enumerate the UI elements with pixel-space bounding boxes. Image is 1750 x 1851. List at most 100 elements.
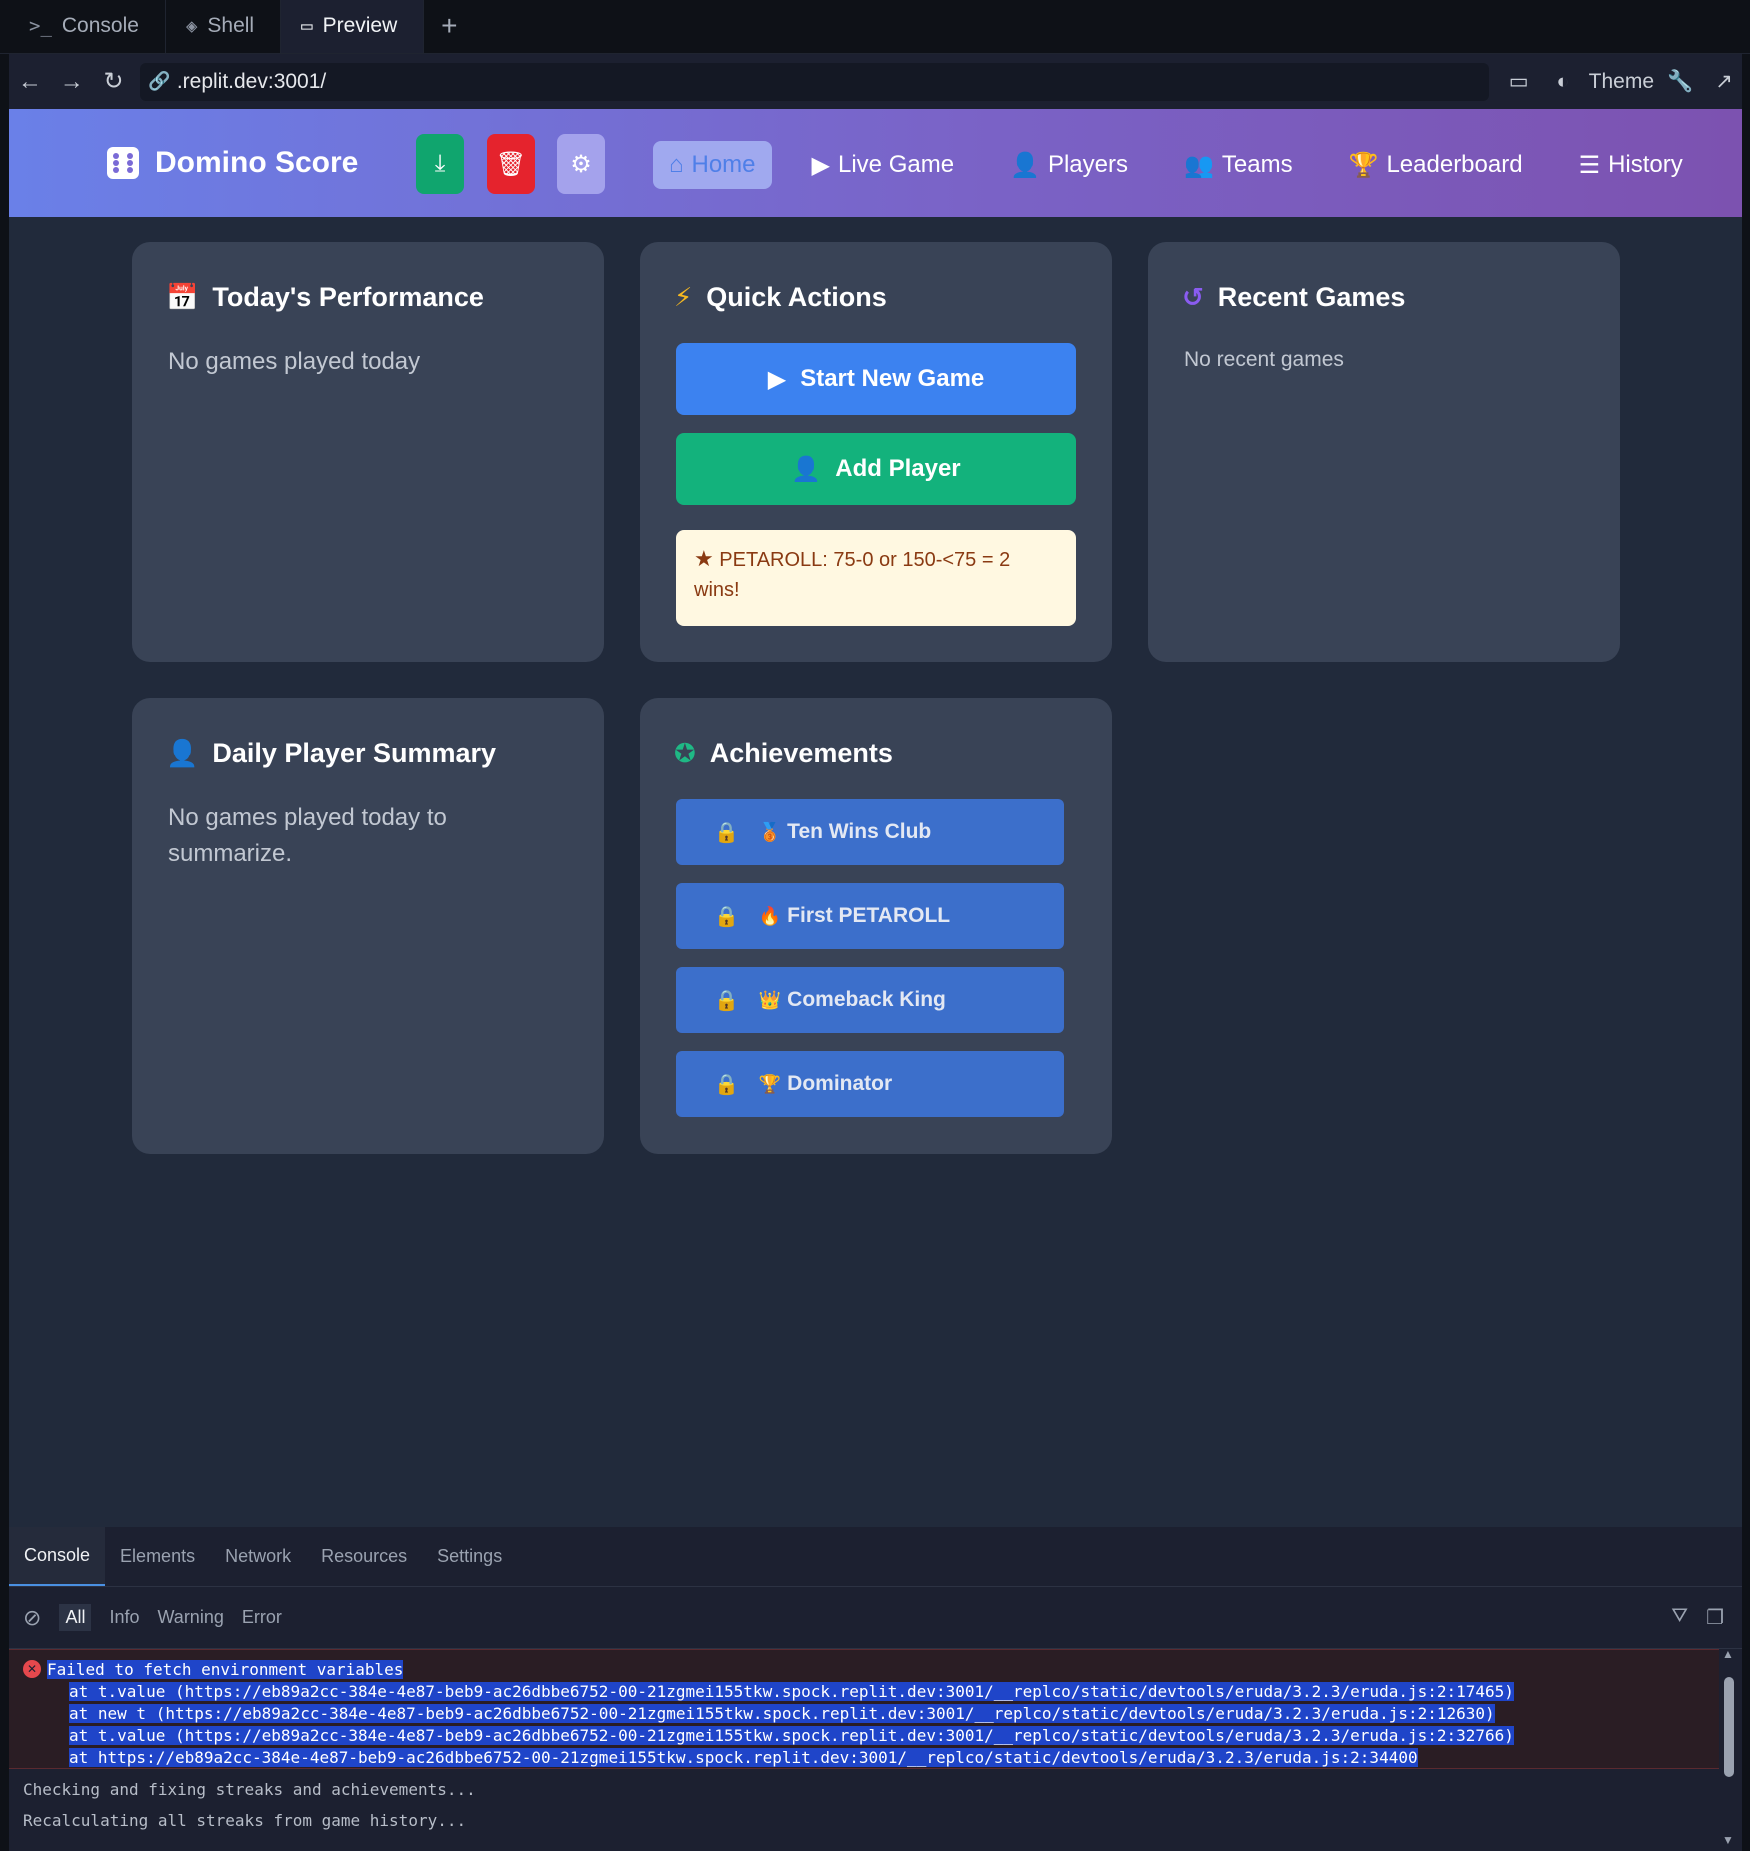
devices-button[interactable]: ▭ bbox=[1501, 64, 1537, 100]
user-plus-icon: 👤 bbox=[791, 455, 822, 483]
lock-icon: 🔒 bbox=[714, 905, 739, 928]
devtools-tab-settings[interactable]: Settings bbox=[422, 1527, 517, 1586]
scroll-thumb[interactable] bbox=[1724, 1677, 1734, 1777]
add-player-button[interactable]: 👤 Add Player bbox=[676, 433, 1076, 505]
devices-icon: ▭ bbox=[1508, 70, 1529, 93]
devtools-tab-network[interactable]: Network bbox=[210, 1527, 306, 1586]
app-viewport: Domino Score ⤓ 🗑 ⚙ ⌂ Home ▶ Live Game 👤 … bbox=[9, 109, 1742, 1527]
settings-button[interactable]: ⚙ bbox=[557, 134, 605, 194]
filter-error[interactable]: Error bbox=[242, 1607, 282, 1628]
error-message: Failed to fetch environment variables bbox=[47, 1659, 404, 1679]
lock-icon: 🔒 bbox=[714, 1073, 739, 1096]
clear-console-icon[interactable]: ⊘ bbox=[23, 1605, 41, 1631]
crown-icon: 👑 bbox=[758, 990, 782, 1010]
achievements-card: ✪ Achievements 🔒 🥉 Ten Wins Club 🔒 🔥 Fir… bbox=[640, 698, 1112, 1154]
theme-button[interactable]: Theme bbox=[1589, 70, 1654, 94]
export-button[interactable]: ⤓ bbox=[416, 134, 464, 194]
filter-icon[interactable]: ⛛ bbox=[1671, 1605, 1688, 1630]
devtools-button[interactable]: 🔧 bbox=[1662, 64, 1698, 100]
daily-player-summary-card: 👤 Daily Player Summary No games played t… bbox=[132, 698, 604, 1154]
devtools-tab-console[interactable]: Console bbox=[9, 1527, 106, 1586]
brand[interactable]: Domino Score bbox=[107, 109, 358, 217]
card-title: Recent Games bbox=[1217, 282, 1406, 312]
filter-info[interactable]: Info bbox=[109, 1607, 139, 1628]
nav-history[interactable]: ☰ History bbox=[1563, 141, 1699, 189]
achievement-label: Comeback King bbox=[787, 988, 946, 1011]
petaroll-rule-text: PETAROLL: 75-0 or 150-<75 = 2 wins! bbox=[694, 549, 1011, 601]
history-icon: ↺ bbox=[1182, 282, 1204, 312]
tab-console-label: Console bbox=[61, 14, 139, 37]
app-header: Domino Score ⤓ 🗑 ⚙ ⌂ Home ▶ Live Game 👤 … bbox=[9, 109, 1742, 217]
calendar-icon: 📅 bbox=[166, 282, 199, 312]
nav-history-label: History bbox=[1608, 151, 1683, 178]
stack-line: at t.value (https://eb89a2cc-384e-4e87-b… bbox=[69, 1725, 1514, 1745]
open-new-tab-button[interactable]: ↗ bbox=[1706, 64, 1742, 100]
console-scrollbar[interactable]: ▲ ▼ bbox=[1722, 1647, 1736, 1847]
trophy-icon: 🏆 bbox=[758, 1074, 782, 1094]
nav-teams-label: Teams bbox=[1221, 151, 1293, 178]
brand-title: Domino Score bbox=[155, 146, 359, 179]
copy-icon[interactable]: ❐ bbox=[1706, 1605, 1724, 1630]
achievement-first-petaroll[interactable]: 🔒 🔥 First PETAROLL bbox=[676, 883, 1064, 949]
tab-console[interactable]: >_ Console bbox=[9, 0, 166, 53]
nav-live-game[interactable]: ▶ Live Game bbox=[796, 141, 971, 189]
url-input[interactable]: 🔗 .replit.dev:3001/ bbox=[140, 62, 1489, 101]
tab-shell[interactable]: ◈ Shell bbox=[166, 0, 282, 53]
arrow-right-icon: → bbox=[59, 67, 84, 95]
palette-icon: ◐ bbox=[1556, 69, 1569, 93]
devtools-tab-resources[interactable]: Resources bbox=[306, 1527, 422, 1586]
nav-teams[interactable]: 👥 Teams bbox=[1168, 141, 1309, 189]
medal-icon: 🥉 bbox=[758, 822, 782, 842]
tab-preview[interactable]: ▭ Preview bbox=[281, 0, 425, 53]
user-check-icon: 👤 bbox=[166, 738, 199, 768]
today-performance-card: 📅 Today's Performance No games played to… bbox=[132, 242, 604, 662]
play-icon: ▶ bbox=[811, 151, 830, 179]
card-title: Quick Actions bbox=[706, 282, 887, 312]
card-title: Today's Performance bbox=[212, 282, 484, 312]
stack-line: at https://eb89a2cc-384e-4e87-beb9-ac26d… bbox=[69, 1747, 1418, 1767]
nav-leaderboard[interactable]: 🏆 Leaderboard bbox=[1333, 141, 1539, 189]
stack-line: at new t (https://eb89a2cc-384e-4e87-beb… bbox=[69, 1703, 1495, 1723]
arrow-left-icon: ← bbox=[17, 67, 42, 95]
filter-all[interactable]: All bbox=[59, 1604, 92, 1631]
console-log-entry[interactable]: Recalculating all streaks from game hist… bbox=[23, 1805, 1733, 1835]
card-title: Daily Player Summary bbox=[212, 738, 497, 768]
forward-button[interactable]: → bbox=[51, 61, 93, 103]
gear-icon: ⚙ bbox=[570, 150, 592, 178]
back-button[interactable]: ← bbox=[9, 61, 51, 103]
scroll-down-icon[interactable]: ▼ bbox=[1722, 1833, 1734, 1847]
filter-warning[interactable]: Warning bbox=[157, 1607, 223, 1628]
achievement-label: First PETAROLL bbox=[787, 904, 951, 927]
scroll-up-icon[interactable]: ▲ bbox=[1722, 1647, 1734, 1661]
trophy-icon: 🏆 bbox=[1348, 151, 1379, 179]
plus-icon: + bbox=[441, 10, 458, 41]
empty-state-text: No recent games bbox=[1184, 348, 1344, 371]
devtools-tab-elements[interactable]: Elements bbox=[105, 1527, 210, 1586]
achievement-comeback-king[interactable]: 🔒 👑 Comeback King bbox=[676, 967, 1064, 1033]
terminal-icon: >_ bbox=[29, 15, 52, 37]
achievement-dominator[interactable]: 🔒 🏆 Dominator bbox=[676, 1051, 1064, 1117]
monitor-icon: ▭ bbox=[301, 15, 313, 37]
reload-button[interactable]: ↻ bbox=[93, 61, 135, 103]
nav-players-label: Players bbox=[1047, 151, 1128, 178]
achievement-ten-wins-club[interactable]: 🔒 🥉 Ten Wins Club bbox=[676, 799, 1064, 865]
lock-icon: 🔒 bbox=[714, 989, 739, 1012]
nav-home[interactable]: ⌂ Home bbox=[653, 141, 772, 189]
empty-state-text: No games played today bbox=[168, 348, 421, 375]
delete-button[interactable]: 🗑 bbox=[487, 134, 535, 194]
start-new-game-button[interactable]: ▶ Start New Game bbox=[676, 343, 1076, 415]
main-nav: ⌂ Home ▶ Live Game 👤 Players 👥 Teams 🏆 L… bbox=[653, 141, 1693, 189]
nav-leaderboard-label: Leaderboard bbox=[1386, 151, 1523, 178]
console-error-entry[interactable]: ✕ Failed to fetch environment variables … bbox=[9, 1649, 1719, 1769]
add-tab-button[interactable]: + bbox=[424, 0, 474, 53]
console-filter-bar: ⊘ All Info Warning Error ⛛ ❐ bbox=[9, 1587, 1742, 1649]
preview-address-bar: ← → ↻ 🔗 .replit.dev:3001/ ▭ ◐ Theme 🔧 ↗ bbox=[9, 54, 1742, 109]
recent-games-card: ↺ Recent Games No recent games bbox=[1148, 242, 1620, 662]
console-log-entry[interactable]: Checking and fixing streaks and achievem… bbox=[23, 1774, 1733, 1804]
play-icon: ▶ bbox=[767, 365, 787, 393]
nav-players[interactable]: 👤 Players bbox=[994, 141, 1144, 189]
users-icon: 👥 bbox=[1183, 151, 1214, 179]
star-icon: ★ bbox=[694, 546, 714, 571]
dice-icon bbox=[107, 147, 139, 179]
shell-icon: ◈ bbox=[185, 15, 198, 37]
